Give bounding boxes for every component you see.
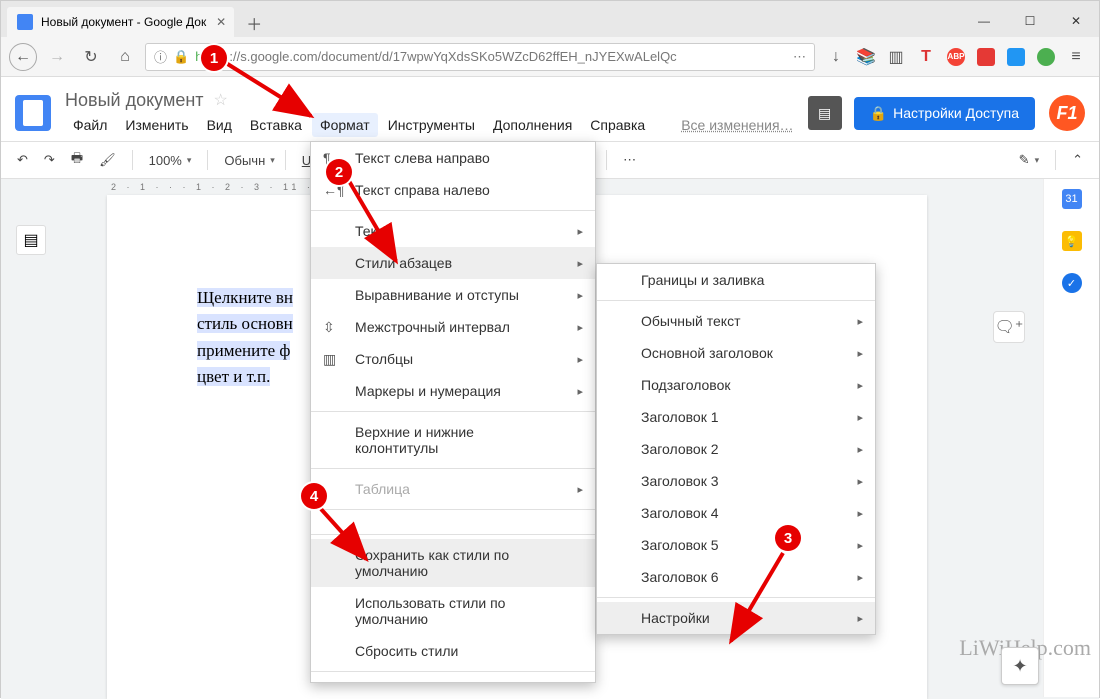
ext-abp-icon[interactable]: ABP [947, 48, 965, 66]
marker-3: 3 [775, 525, 801, 551]
reload-button[interactable]: ↻ [77, 43, 105, 71]
star-icon[interactable]: ☆ [214, 90, 228, 110]
marker-1: 1 [201, 45, 227, 71]
explore-button[interactable]: ✦ [1001, 647, 1039, 685]
menu-item-align[interactable]: Выравнивание и отступы [311, 279, 595, 311]
menu-item-table[interactable]: Таблица [311, 473, 595, 505]
share-button[interactable]: 🔒 Настройки Доступа [854, 97, 1035, 130]
keep-icon[interactable]: 💡 [1062, 231, 1082, 251]
back-button[interactable]: ← [9, 43, 37, 71]
editing-mode-button[interactable]: ✎ [1013, 148, 1045, 172]
lock-icon: 🔒 [173, 49, 189, 65]
menu-item-h5[interactable]: Заголовок 5 [597, 529, 875, 561]
menu-file[interactable]: Файл [65, 113, 115, 137]
undo-button[interactable]: ↶ [11, 148, 34, 172]
window-controls: — ☐ ✕ [961, 5, 1099, 37]
paragraph-styles-submenu: Границы и заливка Обычный текст Основной… [596, 263, 876, 635]
menu-item-settings[interactable]: Настройки [597, 602, 875, 634]
menu-format[interactable]: Формат [312, 113, 378, 137]
url-bar[interactable]: ⓘ 🔒 https ://s.google.com/document/d/17w… [145, 43, 815, 71]
menu-item-normal-text[interactable]: Обычный текст [597, 305, 875, 337]
ext-green-icon[interactable] [1037, 48, 1055, 66]
marker-4: 4 [301, 483, 327, 509]
format-dropdown: ¶→Текст слева направо ←¶Текст справа нал… [310, 141, 596, 683]
library-icon[interactable]: 📚 [857, 48, 875, 66]
menu-item-line-spacing[interactable]: ⇳Межстрочный интервал [311, 311, 595, 343]
style-select[interactable]: Обычн [218, 149, 280, 172]
menu-item-bullets[interactable]: Маркеры и нумерация [311, 375, 595, 407]
menu-item-h4[interactable]: Заголовок 4 [597, 497, 875, 529]
columns-icon: ▥ [323, 351, 336, 368]
menu-view[interactable]: Вид [199, 113, 240, 137]
close-button[interactable]: ✕ [1053, 5, 1099, 37]
ext-blue-icon[interactable] [1007, 48, 1025, 66]
menu-item-h6[interactable]: Заголовок 6 [597, 561, 875, 593]
menu-item-text[interactable]: Текст [311, 215, 595, 247]
docs-menu-bar: Файл Изменить Вид Вставка Формат Инструм… [65, 113, 808, 137]
calendar-icon[interactable]: 31 [1062, 189, 1082, 209]
docs-header: Новый документ ☆ Файл Изменить Вид Встав… [1, 77, 1099, 141]
url-text: ://s.google.com/document/d/17wpwYqXdsSKo… [229, 49, 676, 64]
docs-favicon [17, 14, 33, 30]
menu-item-h1[interactable]: Заголовок 1 [597, 401, 875, 433]
menu-item-h2[interactable]: Заголовок 2 [597, 433, 875, 465]
menu-item-save-default[interactable]: Сохранить как стили по умолчанию [311, 539, 595, 587]
sidebar-icon[interactable]: ▥ [887, 48, 905, 66]
reader-mode-icon[interactable]: ⋯ [793, 49, 806, 65]
docs-logo[interactable] [15, 95, 51, 131]
print-button[interactable]: 🖶 [65, 145, 89, 175]
browser-toolbar: ← → ↻ ⌂ ⓘ 🔒 https ://s.google.com/docume… [1, 37, 1099, 77]
download-icon[interactable]: ↓ [827, 48, 845, 66]
more-button[interactable]: ⋯ [617, 148, 642, 172]
tasks-icon[interactable]: ✓ [1062, 273, 1082, 293]
menu-item-title[interactable]: Основной заголовок [597, 337, 875, 369]
forward-button[interactable]: → [43, 43, 71, 71]
browser-tab[interactable]: Новый документ - Google Док ✕ [7, 7, 234, 37]
zoom-select[interactable]: 100% [143, 149, 198, 172]
menu-item-rtl[interactable]: ←¶Текст справа налево [311, 174, 595, 206]
share-label: Настройки Доступа [893, 105, 1019, 121]
ext-red-icon[interactable] [977, 48, 995, 66]
ext-t-icon[interactable]: T [917, 48, 935, 66]
marker-2: 2 [326, 159, 352, 185]
f1-logo: F1 [1049, 95, 1085, 131]
add-comment-button[interactable]: 🗨⁺ [993, 311, 1025, 343]
comments-button[interactable]: ▤ [808, 96, 842, 130]
menu-item-reset[interactable]: Сбросить стили [311, 635, 595, 667]
close-icon[interactable]: ✕ [216, 15, 226, 29]
redo-button[interactable]: ↷ [38, 148, 61, 172]
menu-insert[interactable]: Вставка [242, 113, 310, 137]
menu-tools[interactable]: Инструменты [380, 113, 483, 137]
menu-item-use-default[interactable]: Использовать стили по умолчанию [311, 587, 595, 635]
info-icon: ⓘ [154, 47, 167, 66]
tab-title: Новый документ - Google Док [41, 15, 206, 29]
minimize-button[interactable]: — [961, 5, 1007, 37]
menu-addons[interactable]: Дополнения [485, 113, 580, 137]
menu-item-subtitle[interactable]: Подзаголовок [597, 369, 875, 401]
menu-edit[interactable]: Изменить [117, 113, 196, 137]
maximize-button[interactable]: ☐ [1007, 5, 1053, 37]
lock-icon: 🔒 [870, 105, 887, 122]
menu-item-headers-footers[interactable]: Верхние и нижние колонтитулы [311, 416, 595, 464]
line-spacing-icon: ⇳ [323, 319, 335, 336]
changes-link[interactable]: Все изменения… [673, 113, 801, 137]
browser-tab-strip: Новый документ - Google Док ✕ ＋ — ☐ ✕ [1, 1, 1099, 37]
paint-format-button[interactable]: 🖌 [93, 148, 122, 172]
browser-menu-icon[interactable]: ≡ [1067, 48, 1085, 66]
home-button[interactable]: ⌂ [111, 43, 139, 71]
menu-item-borders[interactable]: Границы и заливка [597, 264, 875, 296]
outline-toggle[interactable]: ▤ [16, 225, 46, 255]
menu-item-columns[interactable]: ▥Столбцы [311, 343, 595, 375]
hide-menus-button[interactable]: ⌃ [1066, 148, 1089, 172]
new-tab-button[interactable]: ＋ [240, 9, 268, 37]
menu-help[interactable]: Справка [582, 113, 653, 137]
side-panel: 31 💡 ✓ [1043, 179, 1099, 697]
document-title[interactable]: Новый документ [65, 90, 204, 111]
extension-icons: ↓ 📚 ▥ T ABP ≡ [821, 48, 1091, 66]
menu-item-ltr[interactable]: ¶→Текст слева направо [311, 142, 595, 174]
menu-item-paragraph-styles[interactable]: Стили абзацев [311, 247, 595, 279]
menu-item-h3[interactable]: Заголовок 3 [597, 465, 875, 497]
